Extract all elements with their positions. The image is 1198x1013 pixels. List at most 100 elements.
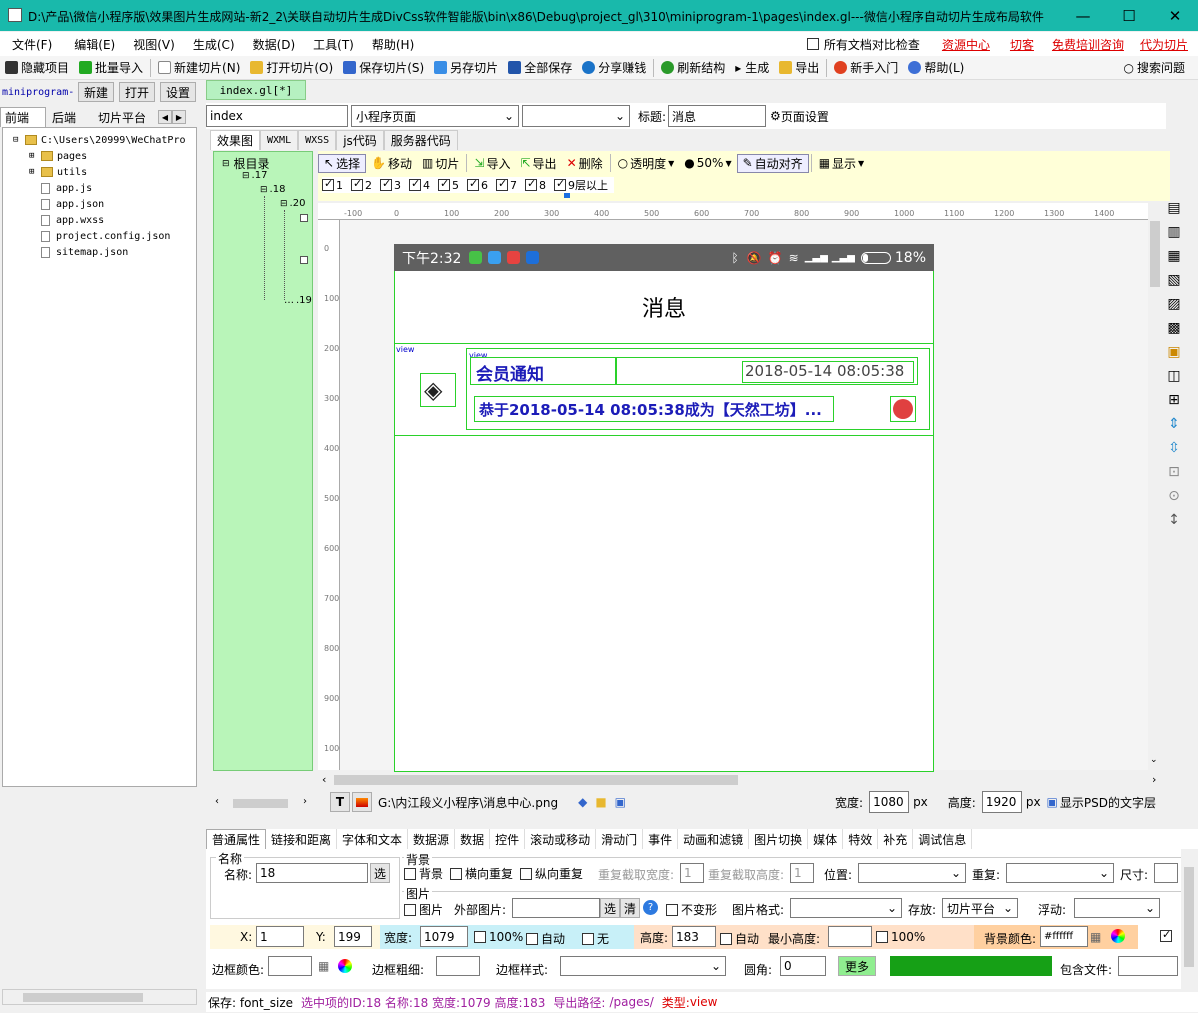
- expand-icon[interactable]: ⊞: [29, 151, 39, 161]
- select-tool[interactable]: ↖ 选择: [318, 153, 367, 173]
- prop-tab[interactable]: 滑动门: [596, 829, 644, 849]
- tree-file[interactable]: app.wxss: [3, 212, 196, 228]
- tree-folder[interactable]: ⊞ pages: [3, 148, 196, 164]
- left-hscroll[interactable]: [2, 989, 197, 1005]
- border-width-input[interactable]: [436, 956, 480, 976]
- props-vscroll[interactable]: [1181, 849, 1197, 989]
- hrepeat-checkbox[interactable]: 横向重复: [450, 865, 513, 882]
- help-button[interactable]: 帮助(L): [903, 59, 969, 76]
- save-icon[interactable]: ▣: [615, 795, 626, 809]
- layer-1-checkbox[interactable]: 1: [322, 177, 343, 192]
- page-title-input[interactable]: 消息: [668, 105, 767, 127]
- distribute-v-icon[interactable]: ◫: [1160, 368, 1188, 392]
- hide-project-button[interactable]: 隐藏项目: [0, 59, 74, 76]
- prop-tab[interactable]: 媒体: [808, 829, 844, 849]
- tree-file[interactable]: app.js: [3, 180, 196, 196]
- beginner-button[interactable]: 新手入门: [829, 59, 903, 76]
- new-slice-button[interactable]: 新建切片(N): [153, 59, 245, 76]
- slice-tool[interactable]: ▥ 切片: [417, 155, 464, 172]
- align-top-icon[interactable]: ▤: [1160, 200, 1188, 224]
- tab-wxml[interactable]: WXML: [260, 130, 299, 150]
- page-sub-select[interactable]: ⌄: [522, 105, 630, 127]
- same-size-icon[interactable]: ⊞: [1160, 392, 1188, 416]
- menu-tools[interactable]: 工具(T): [313, 36, 354, 53]
- prop-tab[interactable]: 动画和滤镜: [678, 829, 750, 849]
- search-button[interactable]: ○ 搜索问题: [1119, 59, 1191, 76]
- new-button[interactable]: 新建: [78, 82, 114, 102]
- size-input[interactable]: [1154, 863, 1178, 883]
- name-choose-button[interactable]: 选: [370, 863, 390, 883]
- align-middle-icon[interactable]: ▥: [1160, 224, 1188, 248]
- more-button[interactable]: 更多: [838, 956, 876, 976]
- tab-frontend[interactable]: 前端: [0, 107, 46, 127]
- tab-scroll-right[interactable]: ▶: [172, 110, 186, 124]
- color-wheel-icon[interactable]: [1111, 929, 1125, 943]
- prop-tab[interactable]: 控件: [490, 829, 526, 849]
- imgfmt-select[interactable]: ⌄: [790, 898, 902, 918]
- layer-4-checkbox[interactable]: 4: [409, 177, 430, 192]
- show-psd-text[interactable]: 显示PSD的文字层: [1060, 794, 1156, 811]
- ext-img-clear[interactable]: 清: [620, 898, 640, 918]
- prop-tab[interactable]: 调试信息: [913, 829, 973, 849]
- width-input[interactable]: 1079: [420, 926, 468, 947]
- prop-tab[interactable]: 事件: [643, 829, 679, 849]
- export-button[interactable]: 导出: [774, 59, 824, 76]
- layer-up-icon[interactable]: ⇕: [1160, 416, 1188, 440]
- border-style-select[interactable]: ⌄: [560, 956, 726, 976]
- page-name-input[interactable]: index: [206, 105, 348, 127]
- align-left-icon[interactable]: ▧: [1160, 272, 1188, 296]
- color-pick-icon[interactable]: ◆: [578, 795, 587, 809]
- menu-help[interactable]: 帮助(H): [372, 36, 414, 53]
- page-type-select[interactable]: 小程序页面 ⌄: [351, 105, 519, 127]
- image-width-input[interactable]: 1080: [869, 791, 910, 813]
- text-icon[interactable]: T: [330, 792, 350, 812]
- tree-file[interactable]: project.config.json: [3, 228, 196, 244]
- align-bottom-icon[interactable]: ▦: [1160, 248, 1188, 272]
- settings-button[interactable]: 设置: [160, 82, 196, 102]
- prop-tab[interactable]: 数据: [455, 829, 491, 849]
- palette-icon-2[interactable]: ▦: [318, 959, 329, 973]
- repeat-select[interactable]: ⌄: [1006, 863, 1114, 883]
- opacity-dropdown[interactable]: ○ 透明度 ▼: [613, 155, 680, 172]
- prop-tab[interactable]: 链接和距离: [266, 829, 338, 849]
- layer-9-checkbox[interactable]: 9层以上: [554, 177, 608, 193]
- tab-slice-platform[interactable]: 切片平台: [94, 107, 158, 127]
- repeat-width-input[interactable]: 1: [680, 863, 704, 883]
- batch-import-button[interactable]: 批量导入: [74, 59, 148, 76]
- tree-file[interactable]: sitemap.json: [3, 244, 196, 260]
- tab-index-gl[interactable]: index.gl[*]: [206, 80, 306, 100]
- prop-tab[interactable]: 图片切换: [749, 829, 809, 849]
- export-tool[interactable]: ⇱ 导出: [515, 155, 561, 172]
- color-wheel-icon-2[interactable]: [338, 959, 352, 973]
- prop-tab[interactable]: 滚动或移动: [525, 829, 597, 849]
- link-service[interactable]: 代为切片: [1140, 36, 1188, 53]
- code-icon[interactable]: ⊙: [1160, 488, 1188, 512]
- maximize-button[interactable]: ☐: [1106, 0, 1152, 31]
- open-slice-button[interactable]: 打开切片(O): [245, 59, 338, 76]
- prop-tab[interactable]: 特效: [843, 829, 879, 849]
- tab-backend[interactable]: 后端: [46, 107, 94, 127]
- save-as-button[interactable]: 另存切片: [429, 59, 503, 76]
- tree-file[interactable]: app.json: [3, 196, 196, 212]
- align-center-icon[interactable]: ▨: [1160, 296, 1188, 320]
- y-input[interactable]: 199: [334, 926, 372, 947]
- outline-node-19[interactable]: … .19: [284, 295, 312, 306]
- canvas-hscroll[interactable]: ‹ ›: [318, 772, 1164, 788]
- save-all-button[interactable]: 全部保存: [503, 59, 577, 76]
- prop-tab[interactable]: 补充: [878, 829, 914, 849]
- image-height-input[interactable]: 1920: [981, 791, 1022, 813]
- layer-2-checkbox[interactable]: 2: [351, 177, 372, 192]
- outline-node-20[interactable]: ⊟ .20: [280, 198, 305, 209]
- expand-icon[interactable]: ⊞: [29, 167, 39, 177]
- bg-checkbox[interactable]: 背景: [404, 865, 443, 882]
- min-height-input[interactable]: [828, 926, 872, 947]
- tree-folder[interactable]: ⊞ utils: [3, 164, 196, 180]
- repeat-height-input[interactable]: 1: [790, 863, 814, 883]
- help-icon[interactable]: ?: [643, 900, 658, 915]
- folder-icon[interactable]: ■: [595, 795, 606, 809]
- outline-node-18[interactable]: ⊟ .18: [260, 184, 285, 195]
- prop-tab[interactable]: 字体和文本: [337, 829, 409, 849]
- delete-tool[interactable]: ✕ 删除: [562, 155, 608, 172]
- save-slice-button[interactable]: 保存切片(S): [338, 59, 429, 76]
- expand-icon[interactable]: ⊡: [1160, 464, 1188, 488]
